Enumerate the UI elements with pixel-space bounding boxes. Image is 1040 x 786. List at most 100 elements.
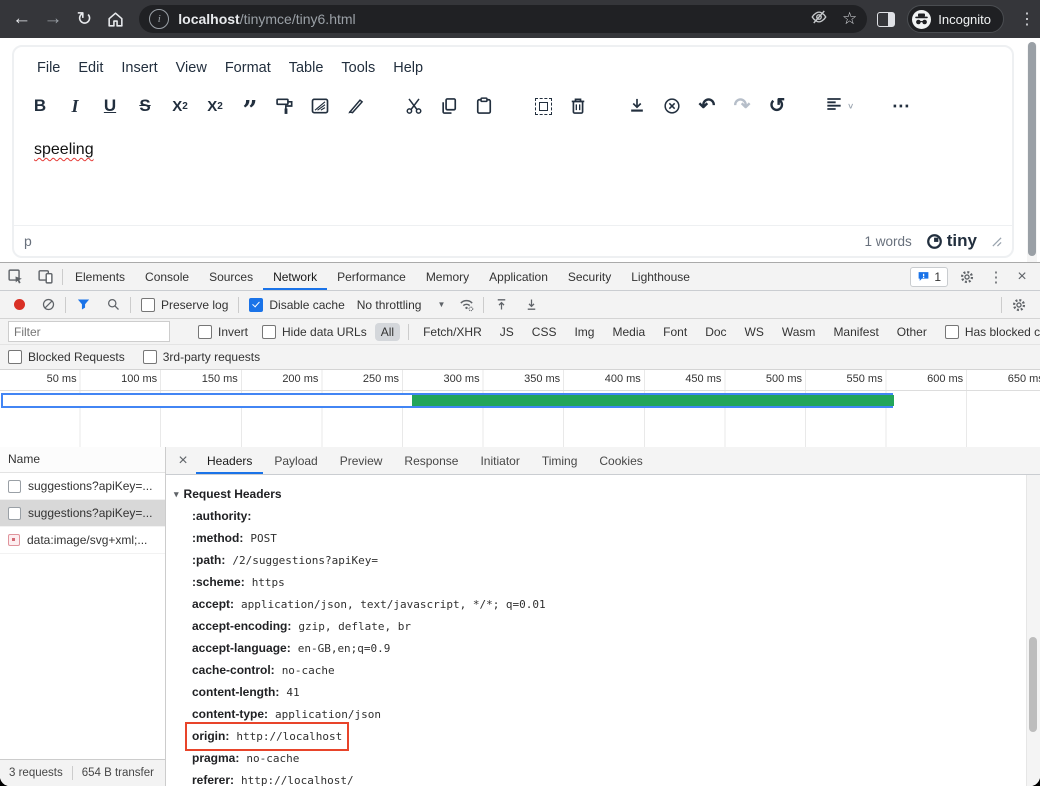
filter-type-css[interactable]: CSS: [526, 323, 563, 341]
detail-tab-preview[interactable]: Preview: [329, 448, 394, 474]
marker-pen-icon[interactable]: [343, 94, 367, 118]
menu-table[interactable]: Table: [280, 56, 333, 80]
network-search-icon[interactable]: [98, 292, 128, 318]
close-detail-icon[interactable]: ×: [170, 452, 196, 470]
devtools-menu-icon[interactable]: ⋮: [986, 268, 1006, 286]
overview-request-bar[interactable]: [412, 395, 894, 406]
request-row[interactable]: suggestions?apiKey=...: [0, 473, 165, 500]
menu-insert[interactable]: Insert: [112, 56, 166, 80]
menu-edit[interactable]: Edit: [69, 56, 112, 80]
tab-security[interactable]: Security: [558, 264, 621, 290]
disable-cache-checkbox[interactable]: [249, 298, 263, 312]
subscript-icon[interactable]: X2: [168, 94, 192, 118]
request-row-selected[interactable]: suggestions?apiKey=...: [0, 500, 165, 527]
menu-format[interactable]: Format: [216, 56, 280, 80]
hide-data-urls-checkbox[interactable]: [262, 325, 276, 339]
superscript-icon[interactable]: X2: [203, 94, 227, 118]
issues-badge[interactable]: 1: [910, 267, 948, 287]
tab-application[interactable]: Application: [479, 264, 558, 290]
menu-tools[interactable]: Tools: [332, 56, 384, 80]
element-path[interactable]: p: [24, 233, 32, 249]
invert-checkbox[interactable]: [198, 325, 212, 339]
tab-performance[interactable]: Performance: [327, 264, 416, 290]
preserve-log-checkbox[interactable]: [141, 298, 155, 312]
restore-draft-icon[interactable]: ↺: [765, 94, 789, 118]
device-toolbar-icon[interactable]: [30, 264, 60, 290]
site-info-icon[interactable]: i: [149, 9, 169, 29]
download-icon[interactable]: [625, 94, 649, 118]
editor-content[interactable]: speeling: [14, 127, 1012, 231]
filter-type-ws[interactable]: WS: [739, 323, 770, 341]
record-icon[interactable]: [14, 299, 25, 310]
blocked-requests-checkbox[interactable]: [8, 350, 22, 364]
side-panel-icon[interactable]: [877, 12, 895, 27]
page-scrollbar-thumb[interactable]: [1028, 42, 1036, 256]
filter-type-img[interactable]: Img: [568, 323, 600, 341]
clear-icon[interactable]: [33, 292, 63, 318]
cut-icon[interactable]: [402, 94, 426, 118]
detail-tab-headers[interactable]: Headers: [196, 448, 263, 474]
menu-file[interactable]: File: [28, 56, 69, 80]
tab-lighthouse[interactable]: Lighthouse: [621, 264, 700, 290]
filter-type-font[interactable]: Font: [657, 323, 693, 341]
tab-sources[interactable]: Sources: [199, 264, 263, 290]
inspect-element-icon[interactable]: [0, 264, 30, 290]
filter-type-other[interactable]: Other: [891, 323, 933, 341]
menu-view[interactable]: View: [167, 56, 216, 80]
network-overview[interactable]: 50 ms 100 ms 150 ms 200 ms 250 ms 300 ms…: [0, 370, 1040, 451]
import-har-icon[interactable]: [486, 292, 516, 318]
export-har-icon[interactable]: [516, 292, 546, 318]
paste-icon[interactable]: [472, 94, 496, 118]
copy-icon[interactable]: [437, 94, 461, 118]
align-dropdown[interactable]: ∨: [824, 94, 854, 119]
cancel-circle-icon[interactable]: [660, 94, 684, 118]
menu-help[interactable]: Help: [384, 56, 432, 80]
tab-network[interactable]: Network: [263, 264, 327, 290]
forward-icon[interactable]: →: [37, 5, 68, 33]
third-party-checkbox[interactable]: [143, 350, 157, 364]
home-icon[interactable]: [100, 5, 131, 33]
picture-frame-icon[interactable]: [308, 94, 332, 118]
filter-type-doc[interactable]: Doc: [699, 323, 732, 341]
detail-tab-payload[interactable]: Payload: [263, 448, 328, 474]
network-settings-icon[interactable]: [1004, 292, 1034, 318]
blockquote-icon[interactable]: ”: [238, 89, 262, 123]
request-row[interactable]: data:image/svg+xml;...: [0, 527, 165, 554]
has-blocked-cookies-checkbox[interactable]: [945, 325, 959, 339]
devtools-settings-icon[interactable]: [952, 264, 982, 290]
trash-icon[interactable]: [566, 94, 590, 118]
filter-type-js[interactable]: JS: [494, 323, 520, 341]
bookmark-star-icon[interactable]: ☆: [842, 9, 857, 29]
page-scrollbar[interactable]: [1027, 42, 1037, 294]
italic-icon[interactable]: I: [63, 94, 87, 118]
invert-toggle[interactable]: Invert: [198, 325, 248, 339]
word-count[interactable]: 1 words: [864, 234, 911, 249]
has-blocked-cookies-toggle[interactable]: Has blocked cookies: [945, 325, 1040, 339]
tiny-brand[interactable]: tiny: [926, 231, 977, 251]
detail-tab-timing[interactable]: Timing: [531, 448, 589, 474]
devtools-close-icon[interactable]: ×: [1010, 268, 1034, 286]
filter-type-all[interactable]: All: [375, 323, 400, 341]
eye-off-icon[interactable]: [810, 8, 828, 31]
undo-icon[interactable]: ↶: [695, 94, 719, 118]
tab-console[interactable]: Console: [135, 264, 199, 290]
underline-icon[interactable]: U: [98, 94, 122, 118]
headers-scrollbar-thumb[interactable]: [1029, 637, 1037, 732]
filter-type-wasm[interactable]: Wasm: [776, 323, 822, 341]
disable-cache-toggle[interactable]: Disable cache: [249, 298, 344, 312]
redo-icon[interactable]: ↷: [730, 94, 754, 118]
filter-funnel-icon[interactable]: [68, 292, 98, 318]
resize-grip-icon[interactable]: [991, 236, 1002, 247]
detail-tab-cookies[interactable]: Cookies: [588, 448, 653, 474]
filter-type-manifest[interactable]: Manifest: [827, 323, 884, 341]
filter-type-media[interactable]: Media: [606, 323, 651, 341]
misspelled-word[interactable]: speeling: [34, 141, 94, 158]
reload-icon[interactable]: ↻: [69, 5, 100, 33]
url-text[interactable]: localhost/tinymce/tiny6.html: [178, 11, 810, 27]
paint-roller-icon[interactable]: [273, 94, 297, 118]
overview-selection[interactable]: [1, 393, 893, 408]
detail-tab-response[interactable]: Response: [393, 448, 469, 474]
hide-data-urls-toggle[interactable]: Hide data URLs: [262, 325, 367, 339]
tab-elements[interactable]: Elements: [65, 264, 135, 290]
browser-menu-icon[interactable]: ⋮: [1014, 9, 1040, 29]
